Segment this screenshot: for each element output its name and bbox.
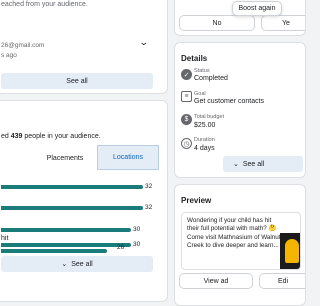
budget-label: Total budget (194, 114, 224, 120)
details-see-all-label: See all (242, 160, 265, 168)
status-label: Status (194, 68, 210, 74)
boost-again-button[interactable]: Boost again (232, 1, 282, 16)
details-card: Details ✓ Status Completed ≡ Goal Get cu… (174, 42, 306, 178)
bar-row-3 (1, 228, 131, 232)
audience-card: ed 439 people in your audience. Placemen… (0, 100, 168, 302)
bar-value-1: 32 (145, 183, 153, 190)
goal-label: Goal (194, 91, 206, 97)
bar-row-1 (1, 185, 143, 189)
reached-prefix: ed (1, 133, 9, 140)
duration-value: 4 days (194, 145, 215, 152)
bar-value-5: 26 (117, 244, 125, 251)
view-ad-button[interactable]: View ad (179, 273, 253, 289)
bar-row-2 (1, 206, 143, 210)
goal-icon: ≡ (181, 91, 192, 102)
chevron-down-icon[interactable]: ⌄ (139, 37, 149, 48)
goal-value: Get customer contacts (194, 98, 265, 105)
dollar-icon: $ (181, 114, 192, 125)
bar-row-5-visible (1, 249, 107, 253)
bar-value-4: 30 (133, 241, 141, 248)
preview-title: Preview (181, 196, 212, 205)
bar-value-3: 30 (133, 226, 141, 233)
preview-card: Preview Wondering if your child has hit … (174, 184, 306, 306)
reached-count: 439 (10, 133, 23, 140)
card-subtitle: eached from your audience. (1, 1, 88, 8)
tab-placements[interactable]: Placements (35, 146, 95, 170)
bar-value-2: 32 (145, 204, 153, 211)
bar-row-4 (1, 243, 131, 247)
time-ago: s ago (1, 52, 17, 59)
see-all-label: See all (71, 260, 93, 268)
duration-label: Duration (194, 137, 215, 143)
ad-image-figure (285, 239, 299, 263)
ad-image (280, 233, 300, 269)
status-value: Completed (194, 75, 228, 82)
clock-icon: ◷ (181, 138, 192, 149)
details-see-all-button[interactable]: ⌄ See all (223, 156, 303, 172)
see-all-button[interactable]: See all (1, 73, 153, 89)
audience-see-all-button[interactable]: ⌄ See all (1, 256, 153, 272)
location-bars: 32 32 30 hit 30 (1, 176, 157, 256)
edit-button[interactable]: Edi (259, 273, 305, 289)
budget-value: $25.00 (194, 122, 216, 129)
chevron-down-icon: ⌄ (61, 261, 68, 268)
status-icon: ✓ (181, 69, 192, 80)
details-title: Details (181, 54, 208, 63)
reached-text: ed 439 people in your audience. (1, 133, 101, 140)
left-top-card: eached from your audience. 26@gmail.com … (0, 0, 168, 94)
ad-text: Wondering if your child has hit their fu… (187, 217, 281, 249)
email-text: 26@gmail.com (1, 42, 45, 49)
tab-locations[interactable]: Locations (97, 145, 159, 170)
bar-label-4: hit (1, 235, 9, 242)
reached-suffix: people in your audience. (24, 133, 101, 140)
yes-button[interactable]: Ye (261, 15, 305, 31)
ad-preview[interactable]: Wondering if your child has hit their fu… (181, 212, 301, 270)
chevron-down-icon: ⌄ (233, 161, 239, 168)
no-button[interactable]: No (179, 15, 255, 31)
